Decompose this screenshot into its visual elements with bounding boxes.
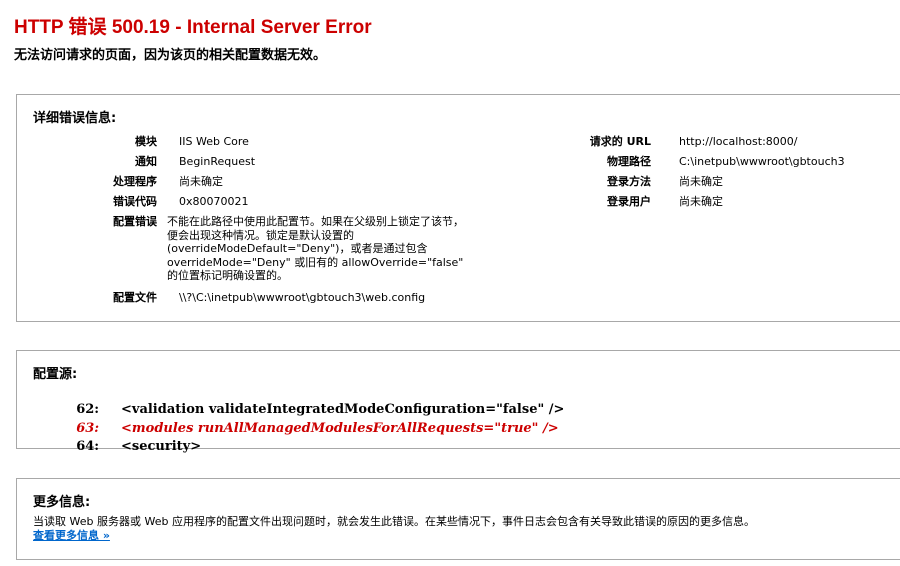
detail-label: 处理程序 bbox=[113, 175, 157, 188]
detail-value: 0x80070021 bbox=[179, 195, 249, 208]
code-line: 64: <security> bbox=[35, 424, 201, 469]
page-title: HTTP 错误 500.19 - Internal Server Error bbox=[14, 17, 372, 38]
more-info-heading: 更多信息: bbox=[33, 495, 91, 510]
detail-label: 错误代码 bbox=[113, 195, 157, 208]
detail-label: 登录方法 bbox=[607, 175, 651, 188]
detail-label: 请求的 URL bbox=[589, 135, 651, 148]
detail-value: 尚未确定 bbox=[679, 175, 723, 188]
detail-value: IIS Web Core bbox=[179, 135, 249, 148]
more-info-panel: 更多信息: 当读取 Web 服务器或 Web 应用程序的配置文件出现问题时，就会… bbox=[16, 478, 900, 560]
detail-value: C:\inetpub\wwwroot\gbtouch3 bbox=[679, 155, 845, 168]
code-text: <validation validateIntegratedModeConfig… bbox=[121, 402, 565, 417]
more-info-text: 当读取 Web 服务器或 Web 应用程序的配置文件出现问题时，就会发生此错误。… bbox=[33, 515, 755, 528]
detail-value: 尚未确定 bbox=[179, 175, 223, 188]
code-text: <modules runAllManagedModulesForAllReque… bbox=[121, 421, 559, 436]
detail-value: 不能在此路径中使用此配置节。如果在父级别上锁定了该节， 便会出现这种情况。锁定是… bbox=[167, 215, 464, 282]
detail-label: 配置文件 bbox=[113, 291, 157, 304]
more-info-link[interactable]: 查看更多信息 » bbox=[33, 527, 110, 543]
detail-label: 模块 bbox=[135, 135, 157, 148]
detail-label: 配置错误 bbox=[113, 215, 157, 228]
config-source-heading: 配置源: bbox=[33, 367, 78, 382]
detail-value: 尚未确定 bbox=[679, 195, 723, 208]
error-summary: 无法访问请求的页面，因为该页的相关配置数据无效。 bbox=[14, 48, 327, 63]
detail-label: 登录用户 bbox=[607, 195, 651, 208]
detail-label: 物理路径 bbox=[607, 155, 651, 168]
detailed-error-heading: 详细错误信息: bbox=[33, 111, 117, 126]
detail-value: BeginRequest bbox=[179, 155, 256, 168]
config-source-panel: 配置源: 62: <validation validateIntegratedMo… bbox=[16, 350, 900, 454]
detail-label: 通知 bbox=[135, 155, 157, 168]
detailed-error-panel: 详细错误信息: 模块 IIS Web Core 通知 BeginRequest … bbox=[16, 94, 900, 322]
code-text: <security> bbox=[121, 439, 202, 454]
line-number: 64: bbox=[76, 439, 100, 454]
detail-value: http://localhost:8000/ bbox=[679, 135, 798, 148]
detail-value: \\?\C:\inetpub\wwwroot\gbtouch3\web.conf… bbox=[179, 291, 426, 304]
